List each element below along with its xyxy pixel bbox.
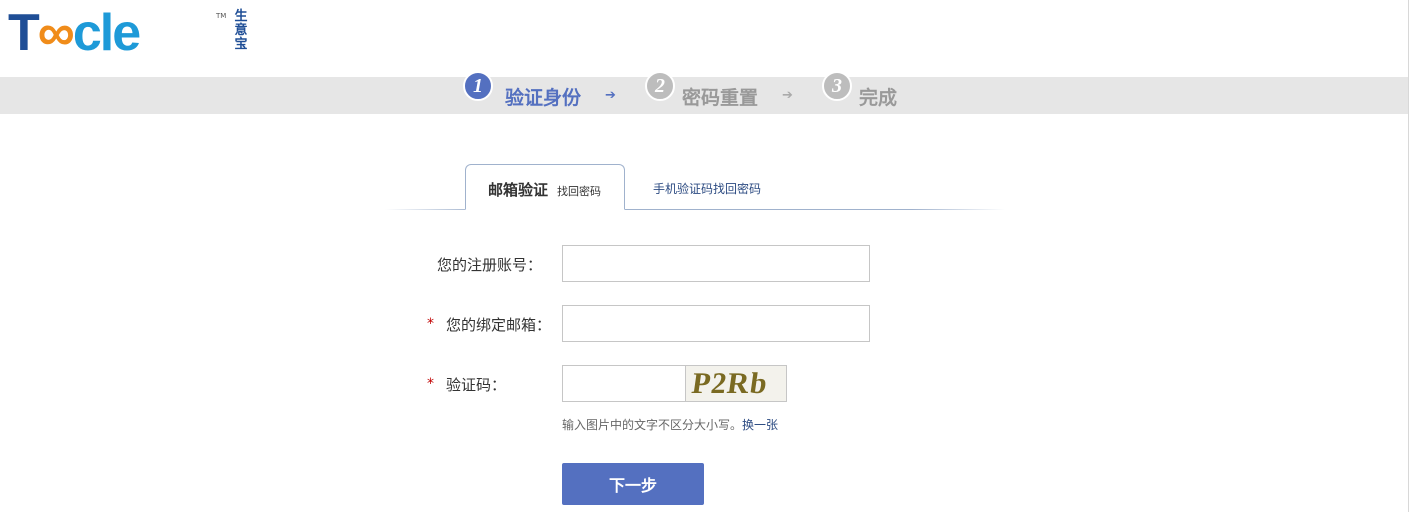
- account-input[interactable]: [562, 245, 870, 282]
- arrow-right-icon: ➔: [605, 88, 616, 103]
- step-number-badge: 1: [463, 71, 493, 101]
- captcha-hint: 输入图片中的文字不区分大小写。换一张: [562, 416, 778, 433]
- captcha-input[interactable]: [562, 365, 686, 402]
- next-step-button[interactable]: 下一步: [562, 463, 704, 505]
- logo-chinese-name: 生意宝: [234, 9, 248, 52]
- refresh-captcha-link[interactable]: 换一张: [742, 418, 778, 432]
- arrow-right-icon: ➔: [782, 88, 793, 103]
- tab-email-title: 邮箱验证: [488, 181, 549, 199]
- toocle-logo[interactable]: T∞cle TM 生意宝: [8, 4, 248, 62]
- tab-email-subtitle: 找回密码: [557, 185, 601, 198]
- step-number-badge: 3: [822, 71, 852, 101]
- logo-wordmark: T∞cle: [8, 4, 141, 62]
- logo-trademark: TM: [216, 12, 227, 20]
- account-label: 您的注册账号：: [437, 256, 543, 274]
- email-input[interactable]: [562, 305, 870, 342]
- captcha-label: 验证码：: [446, 376, 507, 394]
- required-mark: *: [427, 316, 434, 332]
- captcha-text: P2Rb: [689, 367, 771, 400]
- email-label: 您的绑定邮箱：: [446, 316, 552, 334]
- required-mark: *: [427, 376, 434, 392]
- step-label: 完成: [859, 87, 898, 109]
- captcha-image[interactable]: P2Rb: [685, 365, 787, 402]
- step-number-badge: 2: [645, 71, 675, 101]
- captcha-hint-text: 输入图片中的文字不区分大小写。: [562, 418, 743, 432]
- tab-phone-verification[interactable]: 手机验证码找回密码: [653, 180, 761, 197]
- step-progress-bar: 1 验证身份 ➔ 2 密码重置 ➔ 3 完成: [0, 71, 1408, 114]
- tab-email-verification[interactable]: 邮箱验证 找回密码: [465, 164, 625, 210]
- step-label: 验证身份: [505, 87, 582, 109]
- step-label: 密码重置: [682, 87, 759, 109]
